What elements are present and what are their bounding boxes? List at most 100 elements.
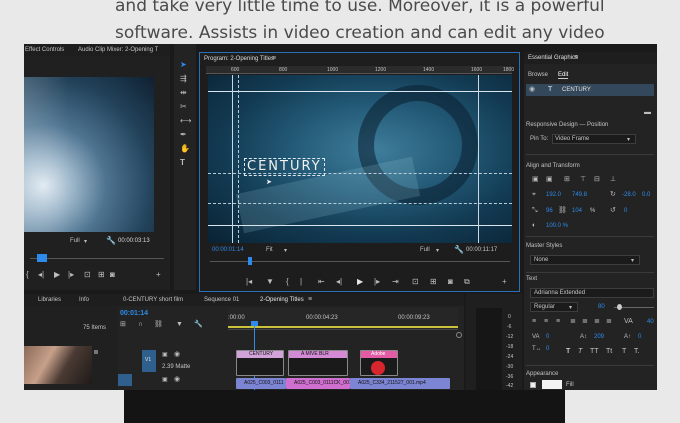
all-caps-button[interactable]: TT — [590, 348, 599, 355]
layer-row[interactable]: ◉ T CENTURY — [526, 84, 654, 96]
fill-color-swatch[interactable] — [542, 380, 562, 389]
track-v1-target[interactable]: V1 — [142, 350, 156, 372]
tab-sequence-century[interactable]: 0-CENTURY short film — [123, 297, 183, 303]
add-marker-icon[interactable]: ▼ — [176, 321, 183, 329]
add-marker-icon[interactable]: ▼ — [266, 278, 274, 286]
eye-icon[interactable]: ◉ — [529, 86, 535, 94]
align-center-icon[interactable]: ▣ — [546, 176, 553, 184]
clip-adobe[interactable]: Adobe — [360, 350, 398, 376]
small-caps-button[interactable]: Tt — [606, 348, 612, 355]
pen-tool-icon[interactable]: ✒ — [180, 131, 187, 139]
scale-width-value[interactable]: 96 — [546, 208, 553, 214]
tab-opening-titles[interactable]: 2-Opening Titles — [260, 297, 304, 303]
hamburger-icon[interactable]: ≡ — [272, 55, 276, 63]
baseline-value[interactable]: 0 — [638, 334, 641, 340]
ripple-edit-tool-icon[interactable]: ⇹ — [180, 89, 187, 97]
hamburger-icon[interactable]: ≡ — [574, 54, 578, 62]
align-text-center-icon[interactable]: ≡ — [544, 318, 548, 326]
overwrite-icon[interactable]: ⊞ — [98, 271, 105, 279]
add-button-icon[interactable]: + — [502, 278, 507, 286]
insert-icon[interactable]: ⊡ — [84, 271, 91, 279]
mark-in-icon[interactable]: { — [26, 271, 29, 279]
tab-edit[interactable]: Edit — [558, 72, 569, 79]
tab-effect-controls[interactable]: Effect Controls — [25, 47, 64, 53]
timeline-scroll-handle[interactable] — [456, 332, 462, 338]
lock-icon[interactable]: ▣ — [162, 376, 168, 384]
position-y-value[interactable]: 749.8 — [572, 192, 587, 198]
font-size-value[interactable]: 80 — [598, 304, 605, 310]
tracking-value[interactable]: 40 — [647, 319, 654, 325]
go-to-out-icon[interactable]: | — [300, 278, 302, 286]
align-vertical-icon[interactable]: ⊞ — [564, 176, 570, 184]
chevron-down-icon[interactable]: ▾ — [284, 247, 287, 255]
align-bottom-icon[interactable]: ⊥ — [610, 176, 616, 184]
program-playhead[interactable] — [248, 257, 252, 265]
pin-to-select[interactable]: Video Frame ▾ — [552, 134, 636, 144]
rot-value[interactable]: 0 — [624, 208, 627, 214]
fill-checkbox[interactable] — [530, 382, 536, 388]
track-a1-target[interactable] — [118, 374, 132, 386]
program-video-frame[interactable]: CENTURY ➤ — [208, 75, 512, 243]
audio-clip-2[interactable]: A025_C003_0111CK_001 — [286, 378, 352, 389]
tsume-value[interactable]: 0 — [546, 346, 549, 352]
font-size-slider-thumb[interactable] — [617, 304, 622, 310]
tab-audio-clip-mixer[interactable]: Audio Clip Mixer: 2-Opening T — [78, 47, 158, 53]
justify-center-icon[interactable]: ≣ — [582, 318, 588, 326]
play-icon[interactable]: ▶ — [357, 278, 363, 286]
essential-graphics-title[interactable]: Essential Graphics — [528, 55, 578, 61]
eye-icon[interactable]: ◉ — [174, 351, 180, 359]
go-to-next-icon[interactable]: ⇥ — [392, 278, 399, 286]
clip-thumbnail[interactable] — [24, 346, 92, 384]
program-quality-select[interactable]: Full — [420, 247, 430, 253]
new-layer-icon[interactable]: ▬ — [644, 109, 651, 117]
type-tool-icon[interactable]: T — [180, 159, 185, 167]
program-scrub-bar[interactable] — [210, 261, 510, 262]
camera-icon[interactable]: ◙ — [110, 271, 115, 279]
mark-in-icon[interactable]: |◂ — [246, 278, 252, 286]
hamburger-icon[interactable]: ≡ — [308, 296, 312, 304]
wrench-icon[interactable]: 🔧 — [106, 237, 116, 245]
timeline-timecode[interactable]: 00:01:14 — [120, 310, 148, 317]
go-to-in-icon[interactable]: { — [286, 278, 289, 286]
wrench-icon[interactable]: 🔧 — [454, 246, 464, 254]
source-scrub-bar[interactable] — [30, 258, 164, 259]
scale-height-value[interactable]: 104 — [572, 208, 582, 214]
justify-right-icon[interactable]: ≣ — [594, 318, 600, 326]
add-button-icon[interactable]: + — [156, 271, 161, 279]
source-zoom-select[interactable]: Full — [70, 238, 80, 244]
faux-italic-button[interactable]: T — [578, 348, 582, 355]
tab-libraries[interactable]: Libraries — [38, 297, 61, 303]
insert-nest-icon[interactable]: ⊞ — [120, 321, 126, 329]
tab-browse[interactable]: Browse — [528, 72, 548, 78]
razor-tool-icon[interactable]: ✂ — [180, 103, 187, 111]
selection-tool-icon[interactable]: ➤ — [180, 61, 187, 69]
snap-icon[interactable]: ∩ — [138, 321, 143, 329]
lift-icon[interactable]: ⊡ — [412, 278, 419, 286]
layer-name[interactable]: CENTURY — [562, 87, 591, 93]
work-area-bar[interactable] — [228, 326, 458, 328]
align-top-icon[interactable]: ⊤ — [580, 176, 586, 184]
anchor-value[interactable]: 0.0 — [642, 192, 650, 198]
program-timecode-current[interactable]: 00:00:01:14 — [212, 247, 244, 253]
eye-icon[interactable]: ◉ — [174, 376, 180, 384]
link-icon[interactable]: ⛓ — [558, 207, 567, 215]
linked-selection-icon[interactable]: ⛓ — [154, 321, 163, 329]
lock-icon[interactable]: ▣ — [162, 351, 168, 359]
play-icon[interactable]: ▶ — [54, 271, 60, 279]
align-text-right-icon[interactable]: ≡ — [556, 318, 560, 326]
tab-info[interactable]: Info — [79, 297, 89, 303]
slip-tool-icon[interactable]: ⟷ — [180, 117, 191, 125]
font-style-select[interactable]: Regular ▾ — [530, 302, 578, 312]
align-left-icon[interactable]: ▣ — [532, 176, 539, 184]
program-fit-select[interactable]: Fit — [266, 247, 273, 253]
kerning-value[interactable]: 0 — [546, 334, 549, 340]
step-back-frame-icon[interactable]: ◂| — [336, 278, 342, 286]
extract-icon[interactable]: ⊞ — [430, 278, 437, 286]
superscript-button[interactable]: T — [622, 348, 626, 355]
audio-clip-3[interactable]: A025_C334_211527_001.mp4 — [350, 378, 450, 389]
align-middle-icon[interactable]: ⊟ — [594, 176, 600, 184]
rotation-value[interactable]: -28.0 — [622, 192, 636, 198]
century-title-text[interactable]: CENTURY — [244, 158, 325, 176]
audio-clip-1[interactable]: A025_C003_0111 — [236, 378, 286, 389]
step-back-icon[interactable]: ◂| — [38, 271, 44, 279]
